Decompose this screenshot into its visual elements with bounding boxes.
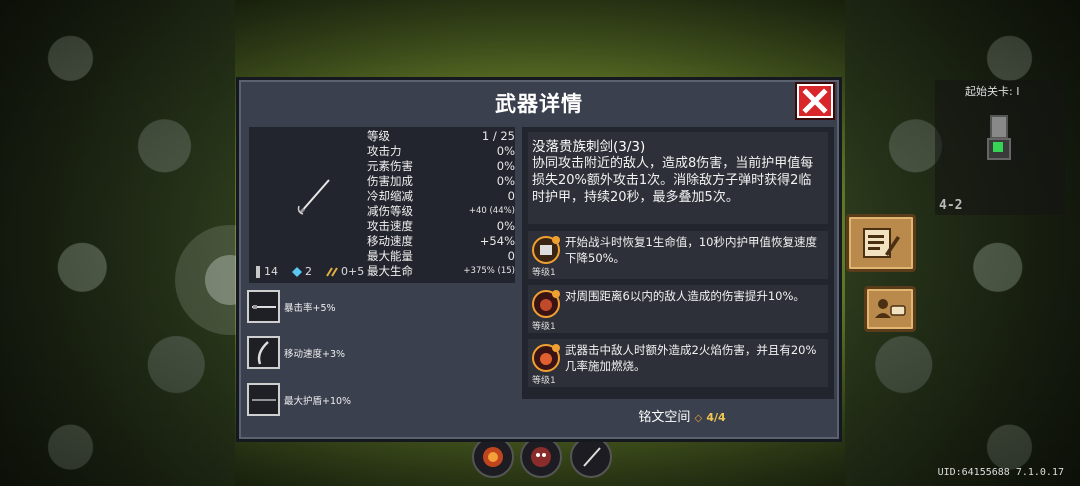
inscription-level: 等级1 (532, 322, 556, 332)
inscription-level: 等级1 (532, 376, 556, 386)
uid-version: UID:64155688 7.1.0.17 (937, 467, 1064, 478)
stat-row: 最大生命 +375% (15) (367, 264, 515, 279)
bonus-frame (247, 336, 280, 369)
gem-value: 2 (305, 265, 312, 278)
stat-row: 等级 1 / 25 (367, 129, 515, 144)
minimap[interactable]: 起始关卡: I 4-2 (935, 80, 1065, 215)
fire-gear-icon (483, 447, 503, 467)
gem-icon (292, 266, 302, 277)
stat-label: 最大能量 (367, 249, 413, 263)
stat-value: 0 (507, 189, 515, 203)
profile-chat-icon (875, 299, 906, 318)
material-value: 14 (264, 265, 278, 278)
stat-value: 0% (496, 144, 515, 158)
inscription-text: 对周围距离6以内的敌人造成的伤害提升10%。 (565, 289, 805, 303)
stat-value: 0 (507, 249, 515, 263)
diamond-icon: ◇ (694, 413, 703, 424)
stat-row: 攻击速度 0% (367, 219, 515, 234)
inscription-text: 开始战斗时恢复1生命值，10秒内护甲值恢复速度下降50%。 (565, 235, 817, 265)
stat-label: 减伤等级 (367, 204, 413, 218)
stat-label: 冷却缩减 (367, 189, 413, 203)
bonus-item[interactable]: 移动速度+3% (247, 336, 345, 369)
close-button[interactable] (797, 84, 833, 118)
stat-row: 冷却缩减 0 (367, 189, 515, 204)
upgrade-arrows-icon (326, 266, 338, 277)
stat-value: 0% (496, 159, 515, 173)
weapon-name: 没落贵族刺剑(3/3) (532, 139, 646, 155)
inscription-fist-icon (532, 290, 560, 318)
stat-row: 攻击力 0% (367, 144, 515, 159)
weapon-info-panel: 没落贵族刺剑(3/3) 协同攻击附近的敌人，造成8伤害，当前护甲值每损失20%额… (522, 127, 834, 399)
gem-count: 2 (292, 265, 312, 278)
stat-row: 伤害加成 0% (367, 174, 515, 189)
inscription-space-label: 铭文空间 (638, 410, 691, 425)
weapon-description: 协同攻击附近的敌人，造成8伤害，当前护甲值每损失20%额外攻击1次。消除敌方子弹… (532, 156, 814, 205)
material-count: 14 (255, 265, 278, 278)
rapier-bonus-icon (251, 304, 276, 309)
minimap-room (990, 115, 1008, 139)
rapier-icon (583, 447, 601, 467)
stats-table: 等级 1 / 25 攻击力 0% 元素伤害 0% 伤害加成 0% 冷却缩减 0 减伤等级 +40 (4… (367, 129, 515, 279)
stat-row: 减伤等级 +40 (44%) (367, 204, 515, 219)
stat-value: +54% (479, 234, 515, 248)
close-icon (802, 88, 828, 114)
stat-row: 移动速度 +54% (367, 234, 515, 249)
inscription-item[interactable]: 对周围距离6以内的敌人造成的伤害提升10%。 等级1 (528, 285, 828, 333)
dialog-title: 武器详情 (495, 92, 583, 116)
bottom-skill-slot-1[interactable] (472, 436, 514, 478)
stat-label: 元素伤害 (367, 159, 413, 173)
upgrade-count: 0+5 (326, 265, 364, 278)
notes-button[interactable] (846, 214, 916, 272)
inscription-item[interactable]: 开始战斗时恢复1生命值，10秒内护甲值恢复速度下降50%。 等级1 (528, 231, 828, 279)
stat-value: 0% (496, 174, 515, 188)
inscription-text: 武器击中敌人时额外造成2火焰伤害，并且有20%几率施加燃烧。 (565, 343, 817, 373)
inscription-fire-icon (532, 344, 560, 372)
stat-label: 移动速度 (367, 234, 413, 248)
weapon-description-box: 没落贵族刺剑(3/3) 协同攻击附近的敌人，造成8伤害，当前护甲值每损失20%额… (528, 132, 828, 224)
stat-value: +40 (44%) (468, 206, 515, 216)
stat-row: 最大能量 0 (367, 249, 515, 264)
minimap-start-label: 起始关卡: I (965, 85, 1020, 98)
stat-value: +375% (15) (463, 266, 515, 276)
inscription-item[interactable]: 武器击中敌人时额外造成2火焰伤害，并且有20%几率施加燃烧。 等级1 (528, 339, 828, 387)
stat-label: 攻击力 (367, 144, 402, 158)
bottom-weapon-slot[interactable] (570, 436, 612, 478)
inscription-level: 等级1 (532, 268, 556, 278)
profile-chat-button[interactable] (864, 286, 916, 332)
staff-icon (251, 398, 276, 401)
bonus-label: 暴击率+5% (284, 302, 336, 314)
stat-value: 0% (496, 219, 515, 233)
creature-icon (531, 447, 551, 467)
minimap-level: 4-2 (939, 198, 963, 213)
weapon-details-dialog: 武器详情 14 2 0+5 等级 1 / 25 攻击力 0% 元素伤害 0% 伤害 (236, 77, 842, 442)
bonus-frame (247, 290, 280, 323)
material-icon (256, 265, 260, 278)
notepad-pencil-icon (863, 228, 900, 258)
rapier-weapon-image (297, 179, 330, 215)
upgrade-value: 0+5 (341, 265, 365, 278)
weapon-stats-panel: 14 2 0+5 等级 1 / 25 攻击力 0% 元素伤害 0% 伤害加成 0% 冷却缩减 0 减… (249, 127, 515, 283)
stat-label: 等级 (367, 129, 390, 143)
bonus-label: 移动速度+3% (284, 348, 346, 360)
stat-label: 伤害加成 (367, 174, 413, 188)
bonus-item[interactable]: 暴击率+5% (247, 290, 336, 323)
player-marker-icon (993, 142, 1003, 152)
inscription-bag-icon (532, 236, 560, 264)
stat-label: 最大生命 (367, 264, 413, 278)
bonus-label: 最大护盾+10% (284, 395, 352, 407)
resource-counts: 14 2 0+5 (255, 265, 364, 278)
stat-label: 攻击速度 (367, 219, 413, 233)
inscription-space-count: 4/4 (706, 411, 726, 424)
bow-icon (257, 340, 269, 364)
stat-row: 元素伤害 0% (367, 159, 515, 174)
stat-value: 1 / 25 (481, 129, 515, 143)
inscription-space: 铭文空间 ◇ 4/4 (239, 406, 845, 425)
bottom-skill-slot-2[interactable] (520, 436, 562, 478)
